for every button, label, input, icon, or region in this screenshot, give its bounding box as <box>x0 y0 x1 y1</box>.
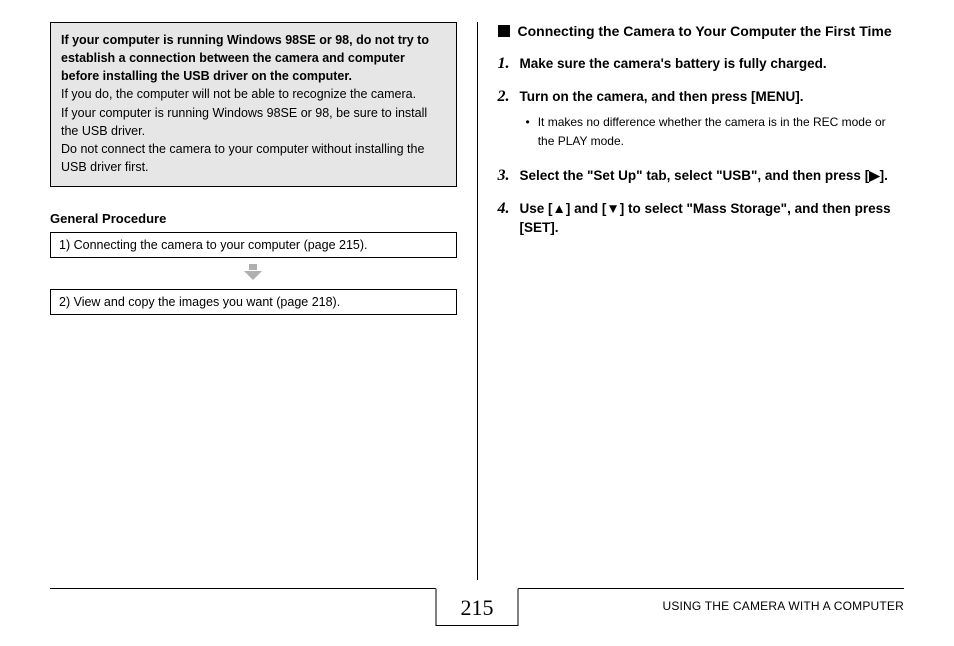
left-column: If your computer is running Windows 98SE… <box>50 22 471 580</box>
procedure-step-1: 1) Connecting the camera to your compute… <box>50 232 457 258</box>
step-1-text: Make sure the camera's battery is fully … <box>520 55 827 74</box>
step-4-text: Use [▲] and [▼] to select "Mass Storage"… <box>520 200 905 238</box>
step-1-number: 1. <box>498 55 520 74</box>
right-column: Connecting the Camera to Your Computer t… <box>484 22 905 580</box>
page-content: If your computer is running Windows 98SE… <box>0 0 954 580</box>
section-title: Connecting the Camera to Your Computer t… <box>518 22 892 41</box>
general-procedure-heading: General Procedure <box>50 211 457 226</box>
footer-label: USING THE CAMERA WITH A COMPUTER <box>662 599 904 613</box>
warning-p3: Do not connect the camera to your comput… <box>61 140 446 176</box>
step-2: 2. Turn on the camera, and then press [M… <box>498 88 905 107</box>
square-bullet-icon <box>498 25 510 37</box>
page-number: 215 <box>436 588 519 626</box>
column-divider <box>477 22 478 580</box>
step-2-text: Turn on the camera, and then press [MENU… <box>520 88 804 107</box>
step-4-number: 4. <box>498 200 520 238</box>
step-3-number: 3. <box>498 167 520 186</box>
step-2-bullet-text: It makes no difference whether the camer… <box>538 113 904 151</box>
warning-p2: If your computer is running Windows 98SE… <box>61 104 446 140</box>
warning-box: If your computer is running Windows 98SE… <box>50 22 457 187</box>
step-2-number: 2. <box>498 88 520 107</box>
step-3-text: Select the "Set Up" tab, select "USB", a… <box>520 167 888 186</box>
procedure-step-2: 2) View and copy the images you want (pa… <box>50 289 457 315</box>
bullet-dot-icon: • <box>526 113 530 151</box>
page-footer: 215 USING THE CAMERA WITH A COMPUTER <box>50 588 904 646</box>
step-2-bullet: • It makes no difference whether the cam… <box>526 113 905 151</box>
warning-p1: If you do, the computer will not be able… <box>61 85 446 103</box>
step-1: 1. Make sure the camera's battery is ful… <box>498 55 905 74</box>
step-3: 3. Select the "Set Up" tab, select "USB"… <box>498 167 905 186</box>
down-arrow-icon <box>50 264 457 283</box>
step-4: 4. Use [▲] and [▼] to select "Mass Stora… <box>498 200 905 238</box>
warning-bold-text: If your computer is running Windows 98SE… <box>61 31 446 85</box>
section-heading: Connecting the Camera to Your Computer t… <box>498 22 905 41</box>
